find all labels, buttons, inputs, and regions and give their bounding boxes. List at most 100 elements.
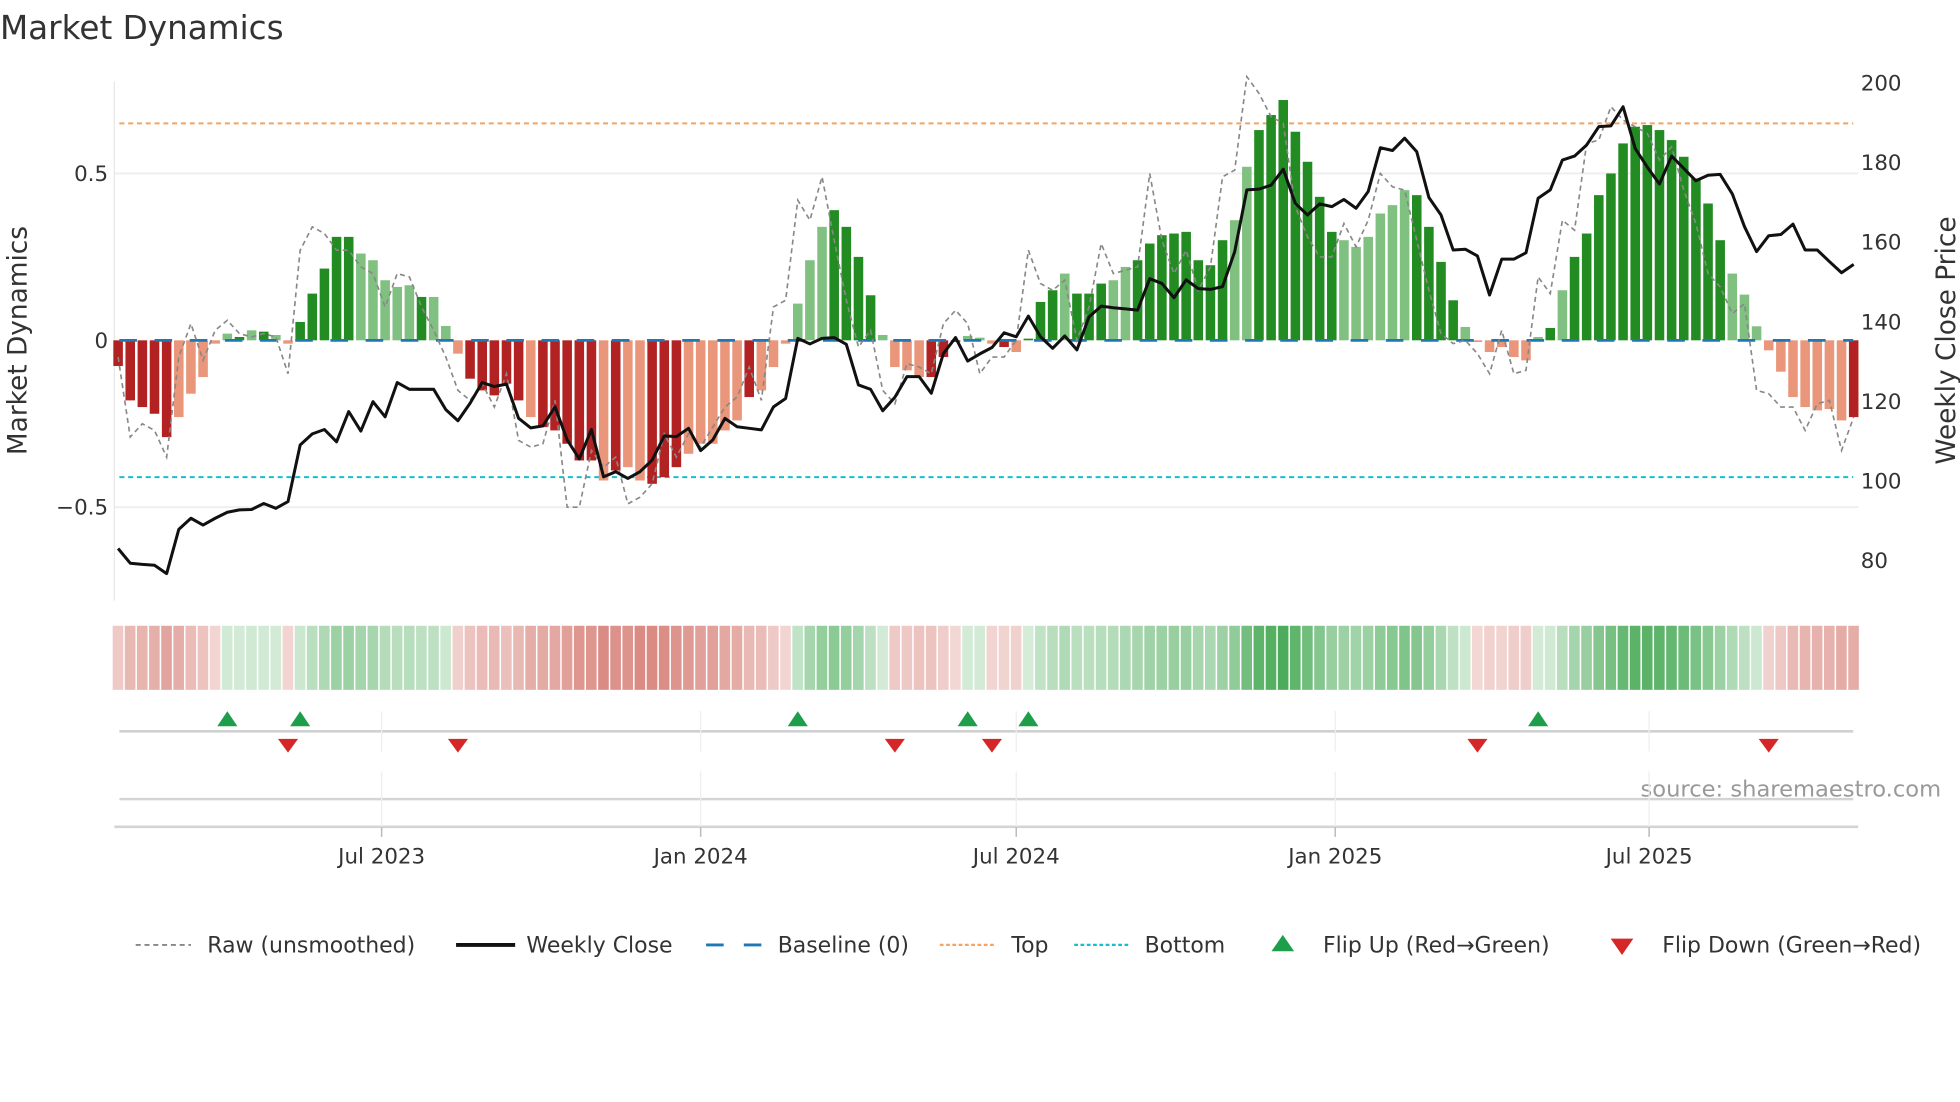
heatmap-cell [1775, 625, 1787, 690]
momentum-bar [1266, 115, 1276, 341]
x-tick-label: Jan 2025 [1286, 844, 1382, 869]
heatmap-cell [683, 625, 694, 690]
heatmap-cell [1605, 625, 1617, 690]
momentum-bar [1169, 233, 1179, 341]
heatmap-cell [1217, 625, 1228, 690]
y-left-tick-label: 0 [94, 329, 108, 354]
heatmap-cell [1387, 625, 1398, 690]
momentum-bar [1096, 283, 1106, 341]
heatmap-cell [670, 625, 682, 690]
heatmap-cell [343, 625, 354, 690]
momentum-bar [1399, 190, 1410, 341]
heatmap-cell [1739, 625, 1750, 690]
heatmap-cell [1447, 625, 1459, 690]
heatmap-cell [1799, 625, 1811, 690]
flip-down-marker [277, 738, 299, 753]
momentum-bar [501, 340, 512, 384]
momentum-bar [113, 340, 123, 367]
momentum-bar [1812, 340, 1823, 411]
legend-label: Flip Up (Red→Green) [1323, 933, 1550, 958]
momentum-bar [538, 340, 548, 428]
heatmap-cell [1204, 625, 1216, 690]
heatmap-cell [1035, 625, 1046, 690]
legend-label: Bottom [1145, 933, 1226, 958]
momentum-bar [623, 340, 633, 468]
heatmap-cell [840, 625, 852, 690]
momentum-bar [441, 325, 451, 341]
heatmap-cell [658, 625, 670, 690]
heatmap-cell [234, 625, 245, 690]
momentum-bar [513, 340, 524, 401]
heatmap-cell [124, 625, 136, 690]
momentum-bar [610, 340, 621, 471]
market-dynamics-chart: Market Dynamics 0.5 0 −0.5 200 180 160 140 120… [0, 9, 1960, 959]
momentum-bar [853, 256, 864, 341]
heatmap-cell [743, 625, 755, 690]
heatmap-cell [1823, 625, 1835, 690]
legend: Raw (unsmoothed) Weekly Close Baseline (0)… [135, 933, 1921, 958]
momentum-bar [1666, 140, 1677, 341]
heatmap-cell [318, 625, 330, 690]
momentum-bar [1824, 340, 1835, 410]
y-right-tick-label: 120 [1861, 390, 1902, 415]
heatmap-cell [1593, 625, 1604, 690]
momentum-bar [1108, 280, 1119, 341]
heatmap-cell [294, 625, 306, 690]
x-axis-ticks: Jul 2023 Jan 2024 Jul 2024 Jan 2025 Jul 2025 [336, 711, 1693, 869]
heatmap-cell [1629, 625, 1641, 690]
momentum-bar [1314, 196, 1325, 341]
x-tick-label: Jul 2024 [971, 844, 1060, 869]
momentum-bar [1460, 326, 1471, 341]
momentum-bar [1436, 261, 1446, 341]
heatmap-cell [1811, 625, 1823, 690]
momentum-bar [732, 340, 742, 421]
momentum-bar [1339, 240, 1349, 341]
momentum-bar [877, 334, 888, 341]
momentum-bar [1630, 126, 1640, 341]
momentum-bar [817, 226, 827, 341]
momentum-bar [295, 321, 305, 341]
heatmap-cell [1350, 625, 1362, 690]
momentum-bar [356, 253, 366, 341]
heatmap-cell [634, 625, 646, 690]
legend-label: Top [1010, 933, 1048, 958]
heatmap-cell [416, 625, 427, 690]
momentum-bar [331, 236, 342, 341]
heatmap-cell [1678, 625, 1689, 690]
heatmap-cell [792, 625, 803, 690]
momentum-bar [343, 236, 354, 341]
momentum-bar [890, 340, 900, 368]
left-axis-ticks: 0.5 0 −0.5 [56, 162, 108, 521]
heatmap-cell [986, 625, 998, 690]
heatmap-cell [913, 625, 925, 690]
heatmap-cell [270, 625, 282, 690]
momentum-bar [574, 340, 585, 461]
momentum-bar [1763, 340, 1774, 351]
heatmap-cell [1362, 625, 1374, 690]
heatmap-cell [1083, 625, 1095, 690]
heatmap-cell [403, 625, 415, 690]
y-right-tick-label: 180 [1861, 151, 1902, 176]
momentum-bar [1557, 290, 1568, 341]
heatmap-cell [1095, 625, 1107, 690]
heatmap-cell [1471, 625, 1483, 690]
heatmap-cell [780, 625, 791, 690]
heatmap-cell [1763, 625, 1774, 690]
momentum-bar [1375, 213, 1386, 341]
heatmap-cell [1641, 625, 1653, 690]
momentum-bar [1011, 340, 1022, 353]
momentum-bar [161, 340, 172, 438]
momentum-bar [1047, 290, 1058, 341]
flip-up-marker [1018, 711, 1039, 727]
heatmap-cell [1836, 625, 1847, 690]
momentum-bar [210, 340, 220, 344]
momentum-bar [695, 340, 706, 444]
heatmap-cell [610, 625, 621, 690]
heatmap-cell [937, 625, 949, 690]
heatmap-cell [768, 625, 779, 690]
heatmap-cell [974, 625, 986, 690]
momentum-bar [1715, 240, 1725, 341]
heatmap-cell [258, 625, 269, 690]
heatmap-cell [1556, 625, 1568, 690]
heatmap-cell [1168, 625, 1180, 690]
